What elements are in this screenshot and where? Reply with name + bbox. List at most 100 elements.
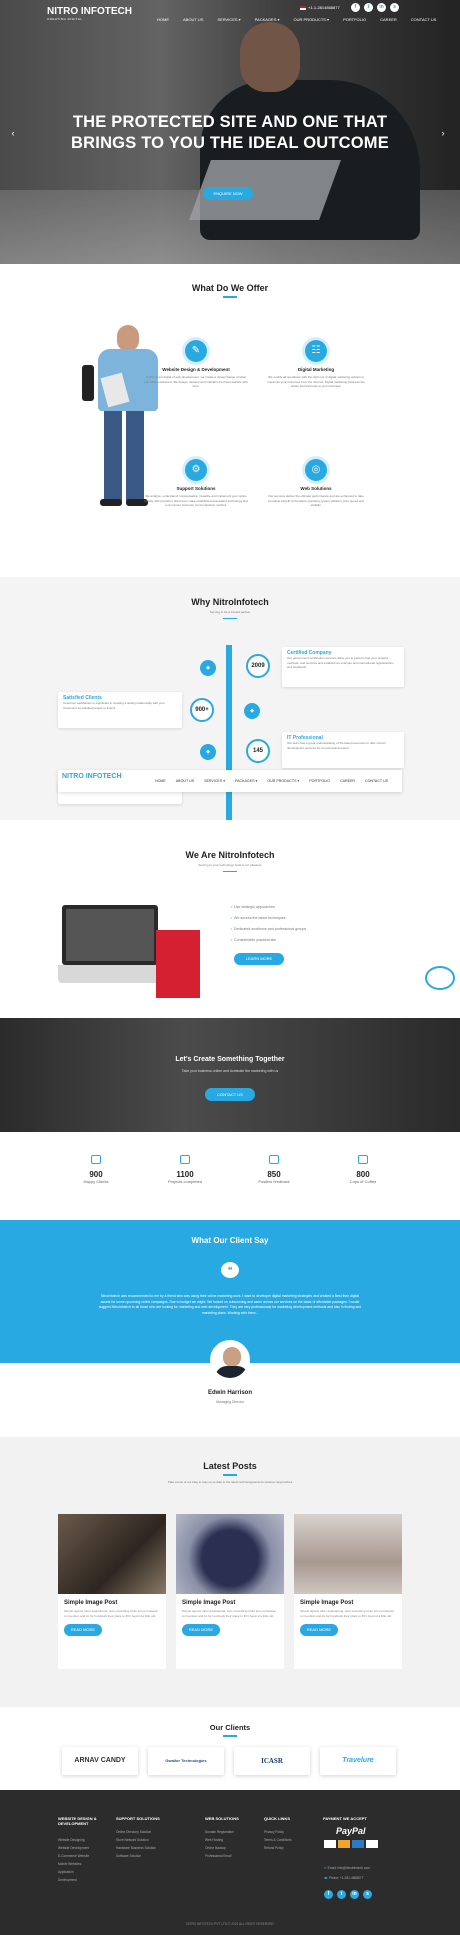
sticky-logo[interactable]: NITRO INFOTECH: [62, 773, 122, 780]
nav-about[interactable]: ABOUT US: [176, 17, 210, 22]
offer-heading: What Do We Offer: [0, 283, 460, 301]
person-bag: [82, 365, 94, 401]
twitter-icon[interactable]: t: [337, 1890, 346, 1899]
client-logo[interactable]: Gwalior Technologies: [148, 1747, 224, 1775]
offer-item-web-solutions: ◎ Web Solutions Our services deliver the…: [264, 459, 368, 508]
feedback-icon: [269, 1155, 279, 1164]
learn-more-button[interactable]: LEARN MORE: [234, 953, 284, 965]
sticky-nav-products[interactable]: OUR PRODUCTS ▾: [262, 779, 304, 783]
we-are-title: We Are NitroInfotech: [185, 850, 275, 860]
skype-icon[interactable]: s: [390, 3, 399, 12]
globe-icon: [180, 1155, 190, 1164]
footer-social: f t in s: [324, 1890, 372, 1899]
testimonial-name: Edwin Harrison: [207, 1390, 252, 1396]
linkedin-icon[interactable]: in: [350, 1890, 359, 1899]
client-logo[interactable]: Travelure: [320, 1747, 396, 1775]
timeline-card-clients: Satisfied Clients Customer satisfaction …: [58, 692, 182, 728]
footer-col-title: QUICK LINKS: [264, 1816, 290, 1821]
post-image: [176, 1514, 284, 1594]
logo-subtext: CREATING DIGITAL: [47, 17, 83, 21]
linkedin-icon[interactable]: in: [377, 3, 386, 12]
amex-icon: [352, 1840, 364, 1848]
footer-links: Privacy Policy Terms & Conditions Refund…: [264, 1830, 292, 1850]
sticky-nav-home[interactable]: HOME: [150, 779, 171, 783]
hero-title: THE PROTECTED SITE AND ONE THAT BRINGS T…: [71, 113, 389, 152]
nav-portfolio[interactable]: PORTFOLIO: [336, 17, 373, 22]
we-are-subtitle: Serving to your technology Goal is our p…: [198, 863, 262, 867]
us-flag-icon: [300, 5, 306, 10]
testimonial-avatar: [210, 1340, 250, 1380]
stat-happy-clients: 900 Happy Clients: [64, 1155, 128, 1184]
main-nav: HOME ABOUT US SERVICES ▾ PACKAGES ▾ OUR …: [150, 17, 443, 22]
post-card[interactable]: Simple Image Post Simple agrees other as…: [294, 1514, 402, 1669]
skype-icon[interactable]: s: [363, 1890, 372, 1899]
why-subtitle: Serving to be a trusted partner: [209, 610, 251, 614]
nav-contact[interactable]: CONTACT US: [404, 17, 444, 22]
facebook-icon[interactable]: f: [324, 1890, 333, 1899]
footer-links: Online Directory Solution Store Network …: [116, 1830, 157, 1858]
chat-widget-icon[interactable]: [425, 966, 455, 990]
card-logos: [324, 1840, 378, 1848]
post-card[interactable]: Simple Image Post Simple agrees other as…: [176, 1514, 284, 1669]
cta-contact-button[interactable]: CONTACT US: [205, 1088, 255, 1101]
sticky-nav: HOME ABOUT US SERVICES ▾ PACKAGES ▾ OUR …: [150, 779, 393, 783]
nav-products[interactable]: OUR PRODUCTS ▾: [287, 17, 337, 22]
post-image: [58, 1514, 166, 1594]
timeline-number-2: 900+: [190, 698, 214, 722]
slider-prev-icon[interactable]: ‹: [8, 126, 18, 140]
footer-phone[interactable]: ☎ Phone: +1-281-4868877: [324, 1874, 363, 1882]
sticky-nav-services[interactable]: SERVICES ▾: [199, 779, 230, 783]
post-card[interactable]: Simple Image Post Simple agrees other as…: [58, 1514, 166, 1669]
sticky-nav-about[interactable]: ABOUT US: [171, 779, 199, 783]
timeline-card-it: IT Professional Our team has a great und…: [282, 732, 404, 768]
hero-enquire-button[interactable]: ENQUIRE NOW: [203, 187, 253, 200]
read-more-button[interactable]: READ MORE: [182, 1624, 220, 1636]
facebook-icon[interactable]: f: [351, 3, 360, 12]
footer-links: Domain Registration Web Hosting Online B…: [205, 1830, 234, 1858]
sticky-nav-packages[interactable]: PACKAGES ▾: [230, 779, 262, 783]
quote-icon: ❝: [221, 1262, 239, 1278]
client-logo[interactable]: ICASR: [234, 1747, 310, 1775]
footer-col-title: WEB SOLUTIONS: [205, 1816, 239, 1821]
coffee-icon: [358, 1155, 368, 1164]
mastercard-icon: [338, 1840, 350, 1848]
stat-projects: 1100 Projects completed: [153, 1155, 217, 1184]
nav-packages[interactable]: PACKAGES ▾: [248, 17, 287, 22]
slider-next-icon[interactable]: ›: [438, 126, 448, 140]
cta-section: Let's Create Something Together Take you…: [0, 1018, 460, 1132]
offer-item-support: ⚙ Support Solutions We analyze, understa…: [144, 459, 248, 508]
support-icon: ⚙: [185, 459, 207, 481]
client-logo[interactable]: ARNAV CANDY: [62, 1747, 138, 1775]
header-phone[interactable]: +1-1-2814868877: [300, 5, 340, 10]
nav-career[interactable]: CAREER: [373, 17, 404, 22]
visa-icon: [324, 1840, 336, 1848]
twitter-icon[interactable]: t: [364, 3, 373, 12]
footer-col-title: WEBSITE DESIGN & DEVELOPMENT: [58, 1816, 97, 1826]
post-image: [294, 1514, 402, 1594]
testimonial-role: Managing Director: [216, 1400, 244, 1404]
footer-email[interactable]: ✉ Email: info@nitroinfotech.com: [324, 1864, 370, 1872]
sticky-nav-portfolio[interactable]: PORTFOLIO: [304, 779, 335, 783]
web-solutions-icon: ◎: [305, 459, 327, 481]
posts-title: Latest Posts: [203, 1461, 257, 1471]
timeline-line: [226, 645, 232, 820]
cta-title: Let's Create Something Together: [175, 1056, 285, 1063]
footer-links: Website Designing Website Development E-…: [58, 1838, 90, 1882]
timeline-number-1: 2009: [246, 654, 270, 678]
timeline-dot-icon: ◆: [200, 744, 216, 760]
footer: WEBSITE DESIGN & DEVELOPMENT Website Des…: [0, 1790, 460, 1935]
offer-item-web-design: ✎ Website Design & Development In this s…: [144, 340, 248, 389]
sticky-nav-career[interactable]: CAREER: [335, 779, 360, 783]
read-more-button[interactable]: READ MORE: [300, 1624, 338, 1636]
we-are-bullets: ✓ Use strategic approaches ✓ We access t…: [230, 905, 307, 942]
stat-coffee: 800 Cups of Coffee: [331, 1155, 395, 1184]
nav-home[interactable]: HOME: [150, 17, 176, 22]
nav-services[interactable]: SERVICES ▾: [210, 17, 247, 22]
footer-col-title: SUPPORT SOLUTIONS: [116, 1816, 160, 1821]
clients-title: Our Clients: [209, 1723, 251, 1732]
site-logo[interactable]: NITRO INFOTECH CREATING DIGITAL: [47, 6, 132, 21]
sticky-nav-contact[interactable]: CONTACT US: [360, 779, 393, 783]
read-more-button[interactable]: READ MORE: [64, 1624, 102, 1636]
cta-text: Take your business online and dominate t…: [181, 1069, 279, 1073]
paypal-logo: PayPal: [336, 1826, 366, 1836]
